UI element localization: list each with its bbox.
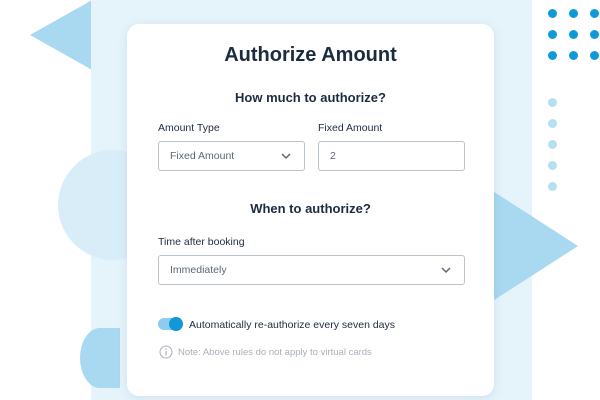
time-after-booking-label: Time after booking bbox=[158, 236, 245, 248]
fixed-amount-input[interactable]: 2 bbox=[318, 141, 465, 171]
decorative-dot bbox=[548, 182, 557, 191]
decorative-dot bbox=[548, 119, 557, 128]
decorative-dot bbox=[548, 161, 557, 170]
decorative-dot bbox=[569, 51, 578, 60]
amount-type-select[interactable]: Fixed Amount bbox=[158, 141, 305, 171]
decorative-dot bbox=[548, 9, 557, 18]
decorative-dot bbox=[590, 51, 599, 60]
info-icon bbox=[159, 345, 173, 359]
decorative-dot bbox=[548, 98, 557, 107]
decorative-dot bbox=[590, 30, 599, 39]
decorative-dot bbox=[548, 140, 557, 149]
reauthorize-toggle-label: Automatically re-authorize every seven d… bbox=[189, 319, 396, 331]
reauthorize-toggle[interactable] bbox=[158, 317, 183, 331]
card-title: Authorize Amount bbox=[224, 44, 397, 66]
decorative-shape bbox=[80, 328, 120, 388]
chevron-down-icon bbox=[441, 267, 451, 274]
time-after-booking-value: Immediately bbox=[170, 264, 227, 276]
chevron-down-icon bbox=[281, 153, 291, 160]
fixed-amount-label: Fixed Amount bbox=[318, 122, 383, 134]
amount-type-value: Fixed Amount bbox=[170, 150, 235, 162]
toggle-knob bbox=[169, 317, 183, 331]
time-section-heading: When to authorize? bbox=[250, 201, 371, 216]
decorative-dot bbox=[548, 30, 557, 39]
decorative-dot bbox=[548, 51, 557, 60]
time-after-booking-select[interactable]: Immediately bbox=[158, 255, 465, 285]
amount-section-heading: How much to authorize? bbox=[235, 90, 386, 105]
decorative-dot bbox=[590, 9, 599, 18]
decorative-dot bbox=[569, 30, 578, 39]
fixed-amount-value: 2 bbox=[330, 150, 336, 162]
decorative-dot bbox=[569, 9, 578, 18]
virtual-cards-note: Note: Above rules do not apply to virtua… bbox=[178, 347, 372, 358]
amount-type-label: Amount Type bbox=[158, 122, 220, 134]
decorative-triangle-right bbox=[488, 188, 578, 304]
